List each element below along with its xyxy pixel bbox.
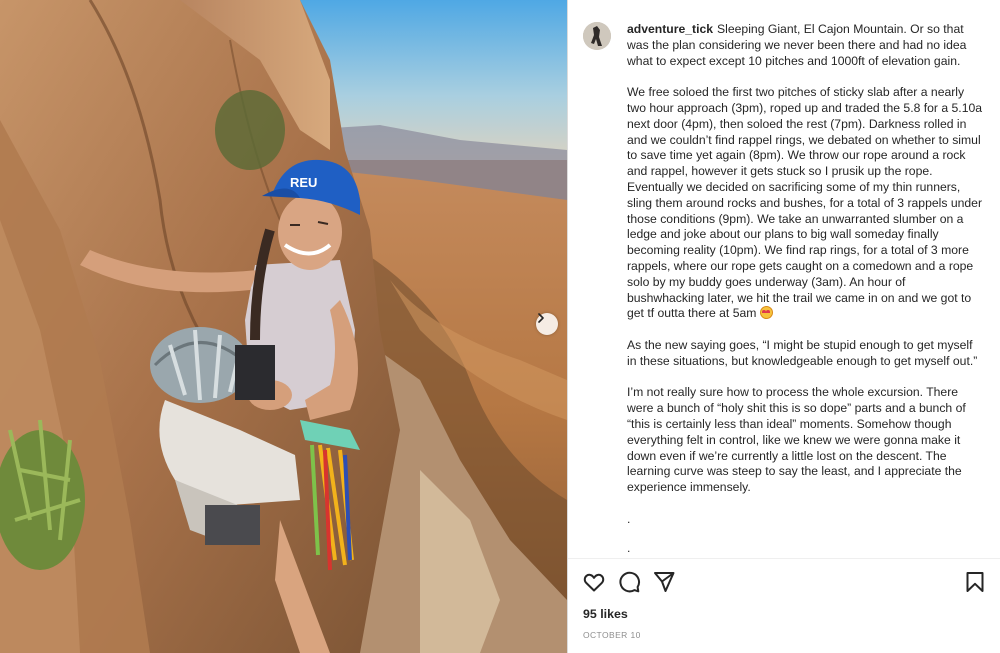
- avatar-image: [583, 22, 611, 50]
- caption-dot-1: .: [627, 511, 631, 526]
- comment-icon: [619, 571, 641, 593]
- hat-logo: REU: [290, 175, 317, 190]
- caption-scroll-area[interactable]: adventure_tick Sleeping Giant, El Cajon M…: [568, 0, 1000, 558]
- caption-paragraph-1: adventure_tick Sleeping Giant, El Cajon M…: [627, 22, 985, 69]
- caption-dot-2: .: [627, 540, 631, 555]
- post-caption: adventure_tick Sleeping Giant, El Cajon M…: [627, 22, 985, 558]
- share-button[interactable]: [652, 570, 676, 594]
- like-button[interactable]: [582, 570, 606, 594]
- post-date[interactable]: October 10: [583, 630, 641, 640]
- caption-paragraph-4: I’m not really sure how to process the w…: [627, 385, 966, 495]
- climber-photo: REU: [0, 0, 567, 653]
- next-photo-button[interactable]: [536, 313, 558, 335]
- bookmark-icon: [966, 572, 984, 592]
- caption-text-2: We free soloed the first two pitches of …: [627, 85, 983, 321]
- post-actions: [582, 570, 987, 594]
- section-divider: [568, 558, 1000, 559]
- save-button[interactable]: [963, 570, 987, 594]
- send-icon: [654, 572, 675, 592]
- heart-icon: [583, 573, 605, 592]
- username-link[interactable]: adventure_tick: [627, 22, 713, 36]
- avatar[interactable]: [583, 22, 611, 50]
- comment-button[interactable]: [617, 570, 641, 594]
- likes-count[interactable]: 95 likes: [583, 607, 628, 621]
- post-photo[interactable]: REU: [0, 0, 567, 653]
- chevron-right-icon: [538, 313, 544, 323]
- post-side-panel: adventure_tick Sleeping Giant, El Cajon M…: [567, 0, 1000, 653]
- caption-paragraph-3: As the new saying goes, “I might be stup…: [627, 337, 978, 368]
- heart-eyes-emoji: [759, 306, 773, 320]
- caption-paragraph-2: We free soloed the first two pitches of …: [627, 85, 985, 322]
